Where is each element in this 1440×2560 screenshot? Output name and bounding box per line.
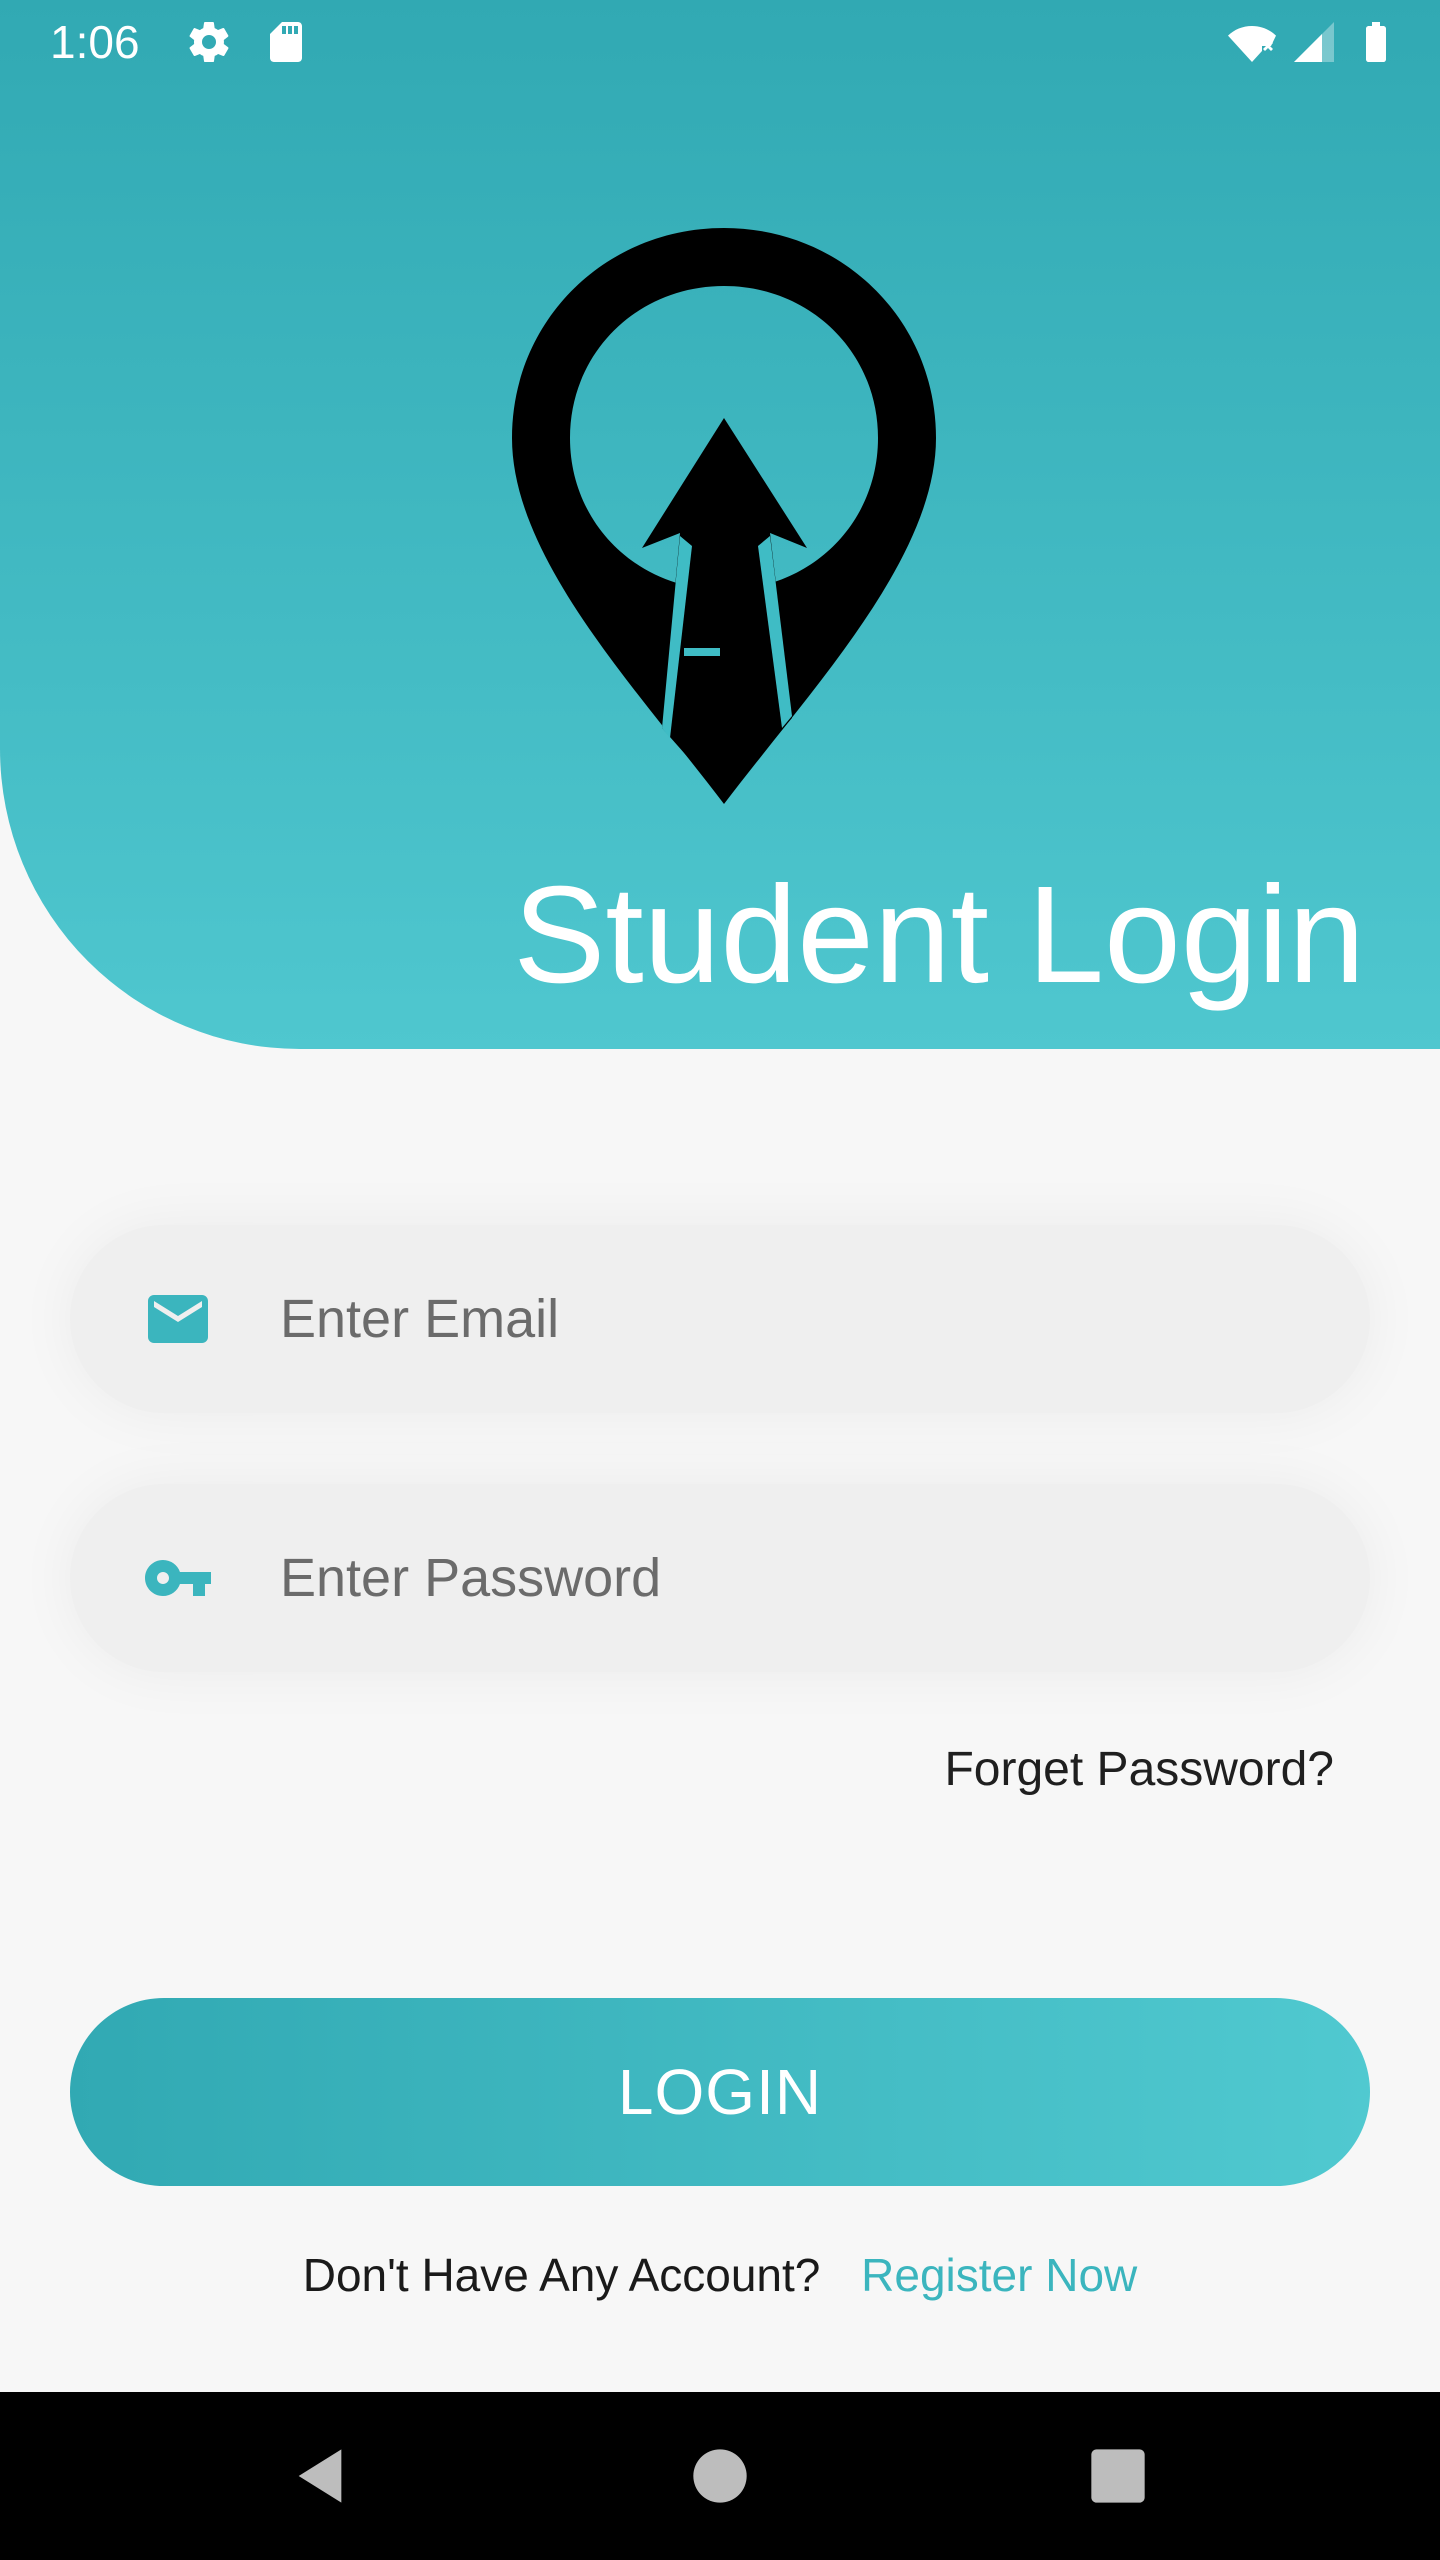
page-title: Student Login [513,858,1365,1012]
wifi-off-icon [1228,26,1276,62]
sd-card-icon [270,22,302,62]
key-icon [145,1560,211,1596]
password-input[interactable] [280,1484,1320,1672]
email-input[interactable] [280,1225,1320,1413]
header-banner: 1:06 Student Login [0,0,1440,1049]
signal-icon [1294,22,1334,62]
register-now-link[interactable]: Register Now [861,2249,1137,2301]
register-question: Don't Have Any Account? [302,2249,821,2301]
envelope-icon [148,1295,208,1343]
home-icon[interactable] [688,2444,752,2508]
email-field[interactable] [70,1225,1370,1413]
back-icon[interactable] [288,2444,352,2508]
login-button[interactable]: LOGIN [70,1998,1370,2186]
recents-icon[interactable] [1086,2444,1150,2508]
password-field[interactable] [70,1484,1370,1672]
navigation-bar [0,2392,1440,2560]
status-bar: 1:06 [0,0,1440,84]
battery-icon [1366,22,1386,62]
login-screen: 1:06 Student Login Enter Email Forget Pa… [0,0,1440,2560]
forget-password-link[interactable]: Forget Password? [944,1740,1334,1800]
location-pin-arrow-logo [512,228,936,804]
gear-icon [189,22,229,63]
status-time: 1:06 [50,16,140,68]
register-row: Don't Have Any Account? Register Now [0,2245,1440,2305]
